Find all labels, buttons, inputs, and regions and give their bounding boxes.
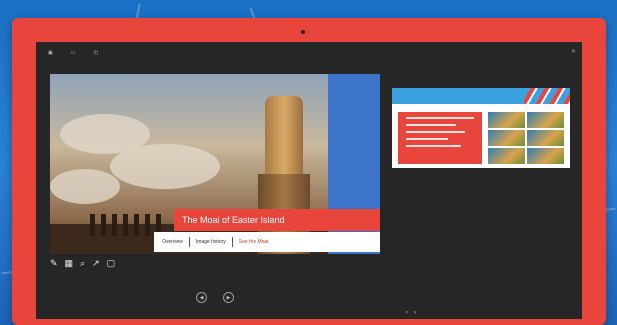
- previous-slide-button[interactable]: ◀: [196, 292, 207, 303]
- next-slide-preview[interactable]: [392, 88, 570, 168]
- preview-photo: [488, 130, 525, 146]
- toolbar-item-monitor[interactable]: ◰: [93, 50, 102, 56]
- slide-nav-link[interactable]: Image history: [196, 239, 226, 245]
- slide-tools: ✎ ▦ ⌕ ↗ ▢: [50, 258, 115, 269]
- camera-dot: [301, 30, 305, 34]
- preview-photo: [488, 148, 525, 164]
- presenter-view-screen: ▣ ▭ ◰ ✕ The Moai of Easter Island Overvi…: [36, 42, 582, 319]
- slide-nav-link[interactable]: Overview: [162, 239, 183, 245]
- toolbar-item-slideshow[interactable]: ▣: [48, 50, 57, 56]
- slideshow-icon: ▣: [48, 50, 53, 56]
- preview-photo: [488, 112, 525, 128]
- current-slide: The Moai of Easter Island Overview Image…: [50, 74, 380, 254]
- magnifier-icon[interactable]: ⌕: [80, 258, 85, 269]
- divider: [188, 237, 190, 247]
- playback-controls: ◀ ▶: [196, 292, 234, 303]
- preview-photo-grid: [488, 112, 564, 164]
- page-navigator: ‹ ›: [406, 310, 416, 316]
- pen-icon[interactable]: ✎: [50, 258, 58, 269]
- preview-text-block: [398, 112, 482, 164]
- slide-title: The Moai of Easter Island: [174, 209, 380, 231]
- divider: [231, 237, 233, 247]
- preview-header-stripe: [524, 88, 570, 104]
- subtitle-icon[interactable]: ▢: [107, 258, 116, 269]
- cloud: [110, 144, 220, 189]
- next-page-icon[interactable]: ›: [414, 310, 416, 316]
- prev-page-icon[interactable]: ‹: [406, 310, 408, 316]
- moai-row: [90, 214, 161, 236]
- preview-photo: [527, 130, 564, 146]
- next-slide-button[interactable]: ▶: [223, 292, 234, 303]
- toolbar-item-presenter[interactable]: ▭: [71, 50, 80, 56]
- moai-statue-head: [265, 96, 303, 184]
- presenter-toolbar: ▣ ▭ ◰: [36, 42, 582, 64]
- pointer-icon[interactable]: ↗: [92, 258, 100, 269]
- monitor-icon: ◰: [93, 50, 99, 56]
- cloud: [50, 169, 120, 204]
- slide-nav-bar: Overview Image history See the Moai: [154, 232, 380, 252]
- tablet-device: ▣ ▭ ◰ ✕ The Moai of Easter Island Overvi…: [12, 18, 606, 325]
- grid-icon[interactable]: ▦: [65, 258, 74, 269]
- slide-nav-link[interactable]: See the Moai: [239, 239, 268, 245]
- preview-photo: [527, 148, 564, 164]
- presenter-icon: ▭: [70, 50, 76, 56]
- preview-photo: [527, 112, 564, 128]
- close-icon[interactable]: ✕: [571, 48, 576, 55]
